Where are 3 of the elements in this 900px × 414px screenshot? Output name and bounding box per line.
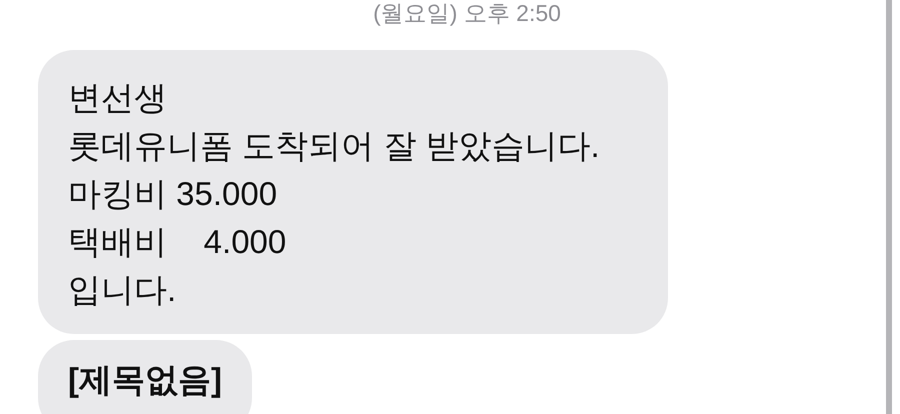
message-bubble: 변선생 롯데유니폼 도착되어 잘 받았습니다. 마킹비 35.000 택배비 4.000 입니다. bbox=[38, 50, 668, 334]
message-subject: [제목없음] bbox=[38, 340, 252, 414]
message-timestamp: (월요일) 오후 2:50 bbox=[372, 0, 562, 26]
